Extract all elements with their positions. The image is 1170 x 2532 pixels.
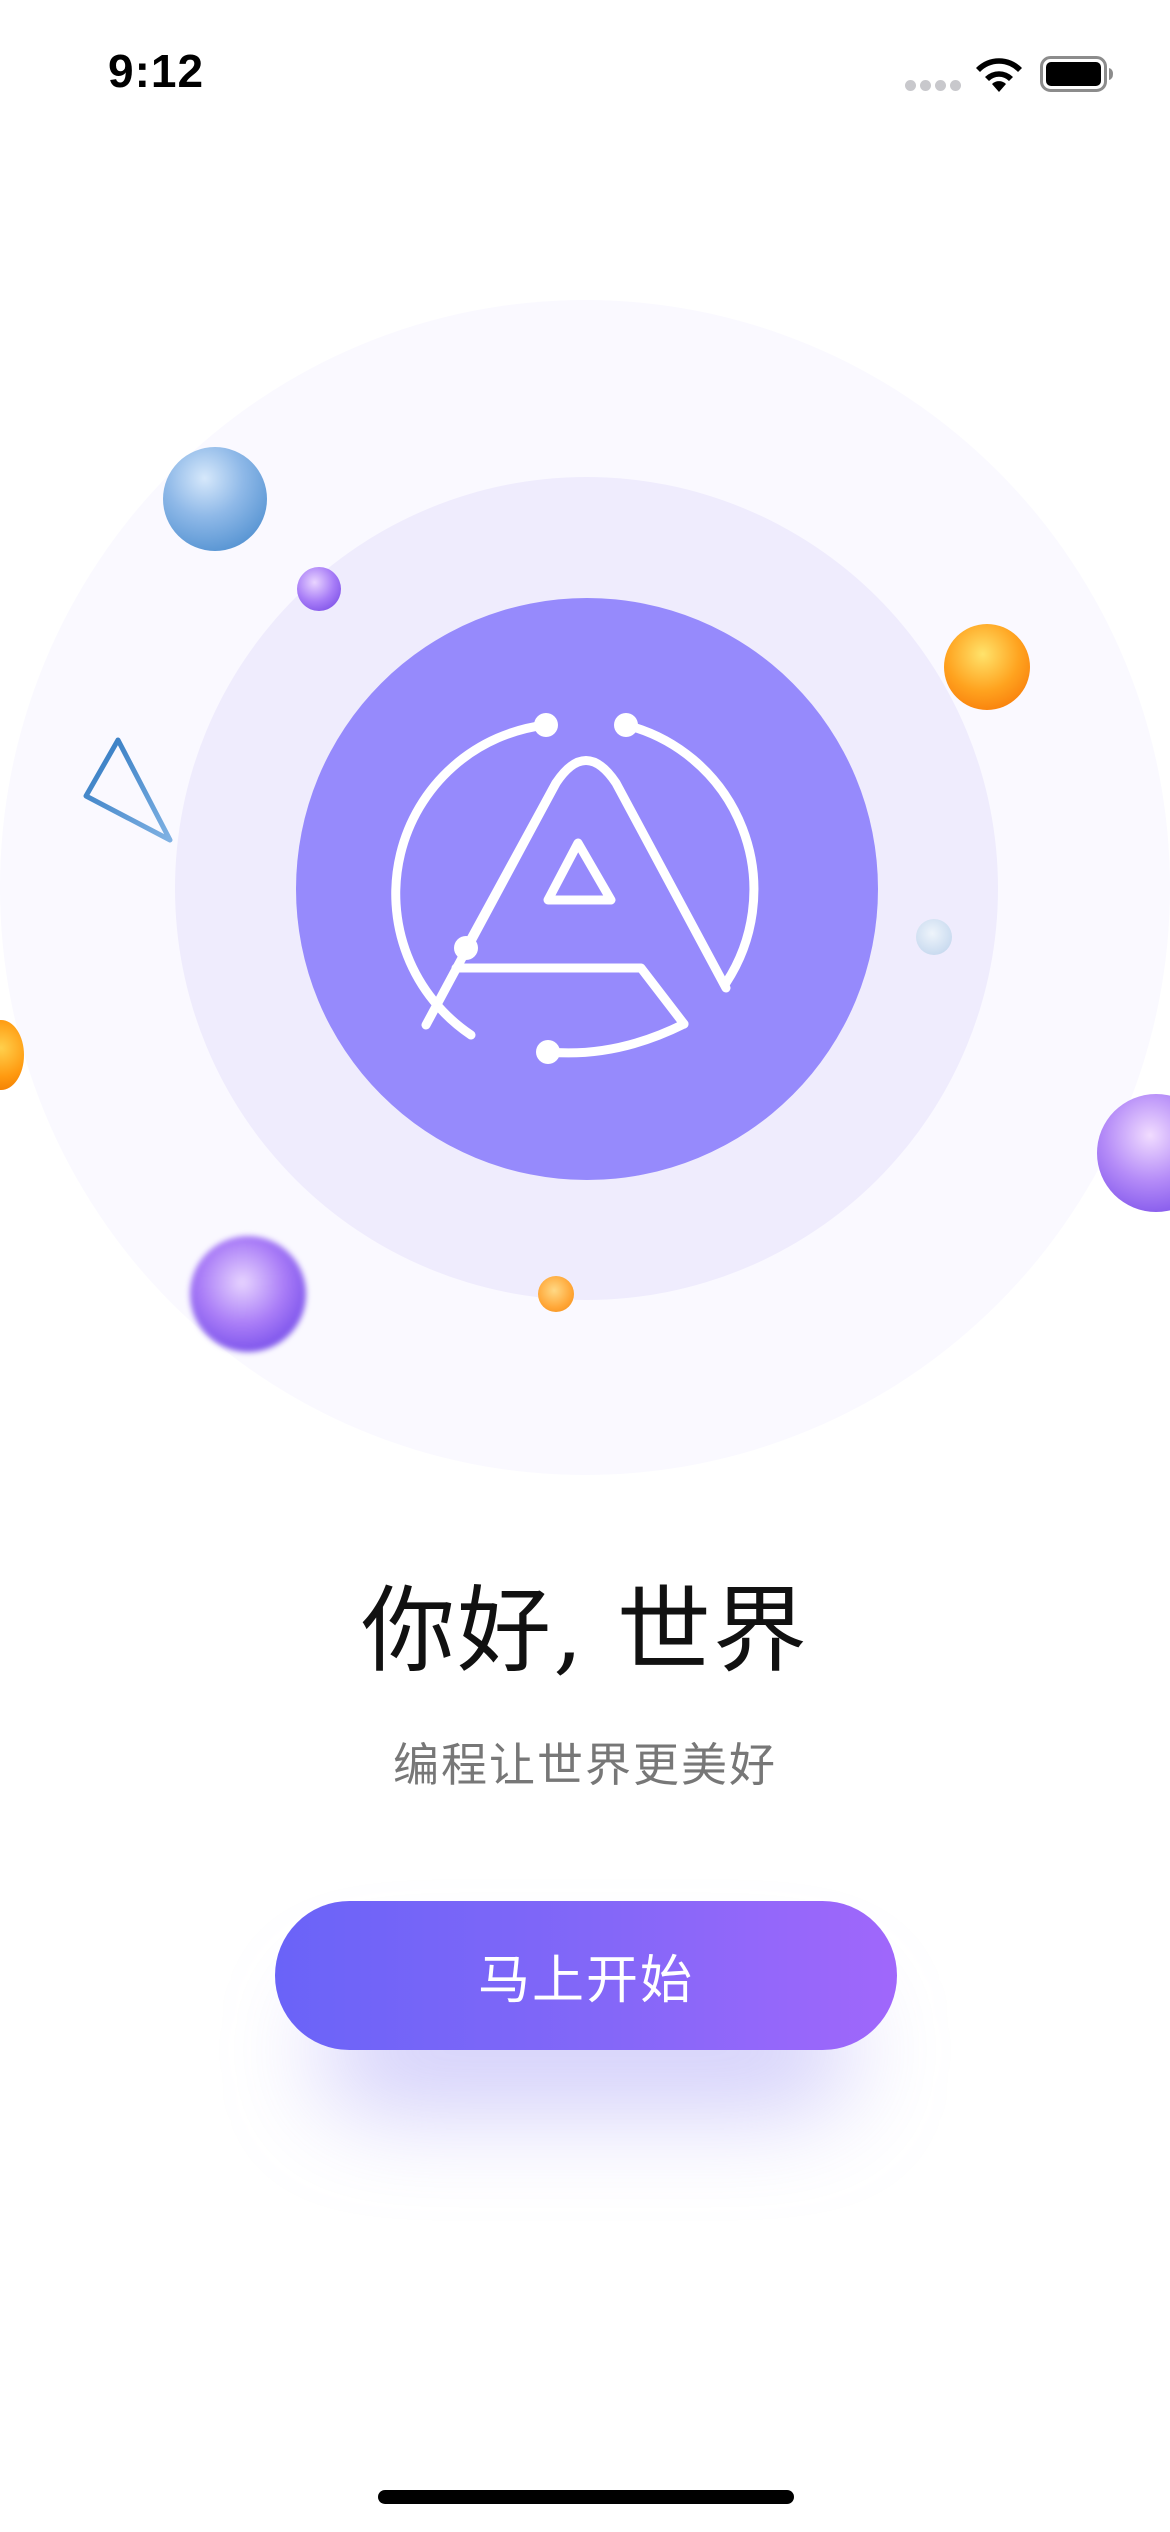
decor-ball-orange-small [538, 1276, 574, 1312]
decor-ball-blue-large [163, 447, 267, 551]
welcome-screen: 9:12 你好, 世界 编程让世界更美好 马上开始 [0, 0, 1170, 2532]
decor-ball-blue-small [916, 919, 952, 955]
decor-triangle-icon [83, 737, 173, 843]
decor-ball-orange-right [944, 624, 1030, 710]
decor-ball-purple-small [297, 567, 341, 611]
home-indicator[interactable] [378, 2490, 794, 2504]
welcome-title: 你好, 世界 [361, 1577, 809, 1686]
start-button[interactable]: 马上开始 [275, 1901, 897, 2050]
welcome-subtitle: 编程让世界更美好 [393, 1738, 777, 1792]
hero-illustration [0, 0, 1170, 1500]
decor-ball-purple-blurred [190, 1236, 306, 1352]
circuit-letter-a-icon [391, 713, 759, 1064]
